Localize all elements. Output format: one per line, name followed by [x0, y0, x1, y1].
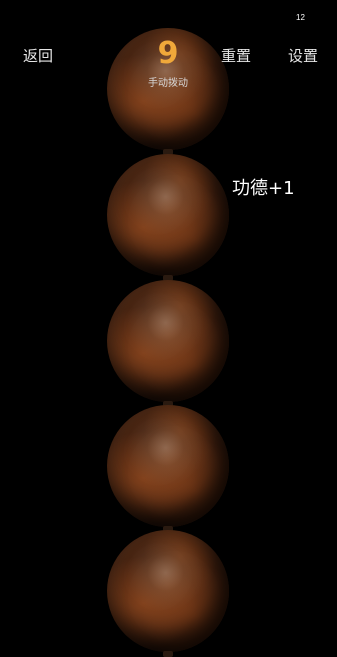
back-button[interactable]: 返回	[23, 47, 53, 65]
prayer-bead[interactable]	[107, 530, 229, 657]
status-time: 12	[296, 13, 305, 22]
counter-value: 9	[157, 36, 179, 71]
prayer-bead-string[interactable]	[105, 0, 231, 657]
prayer-bead[interactable]	[107, 405, 229, 532]
reset-button[interactable]: 重置	[221, 47, 251, 65]
merit-popup: 功德+1	[232, 178, 295, 199]
settings-button[interactable]: 设置	[288, 47, 318, 65]
counter-display: 9 手动拨动	[118, 36, 218, 90]
mode-label: 手动拨动	[148, 78, 188, 89]
prayer-bead[interactable]	[107, 154, 229, 281]
prayer-bead[interactable]	[107, 280, 229, 407]
